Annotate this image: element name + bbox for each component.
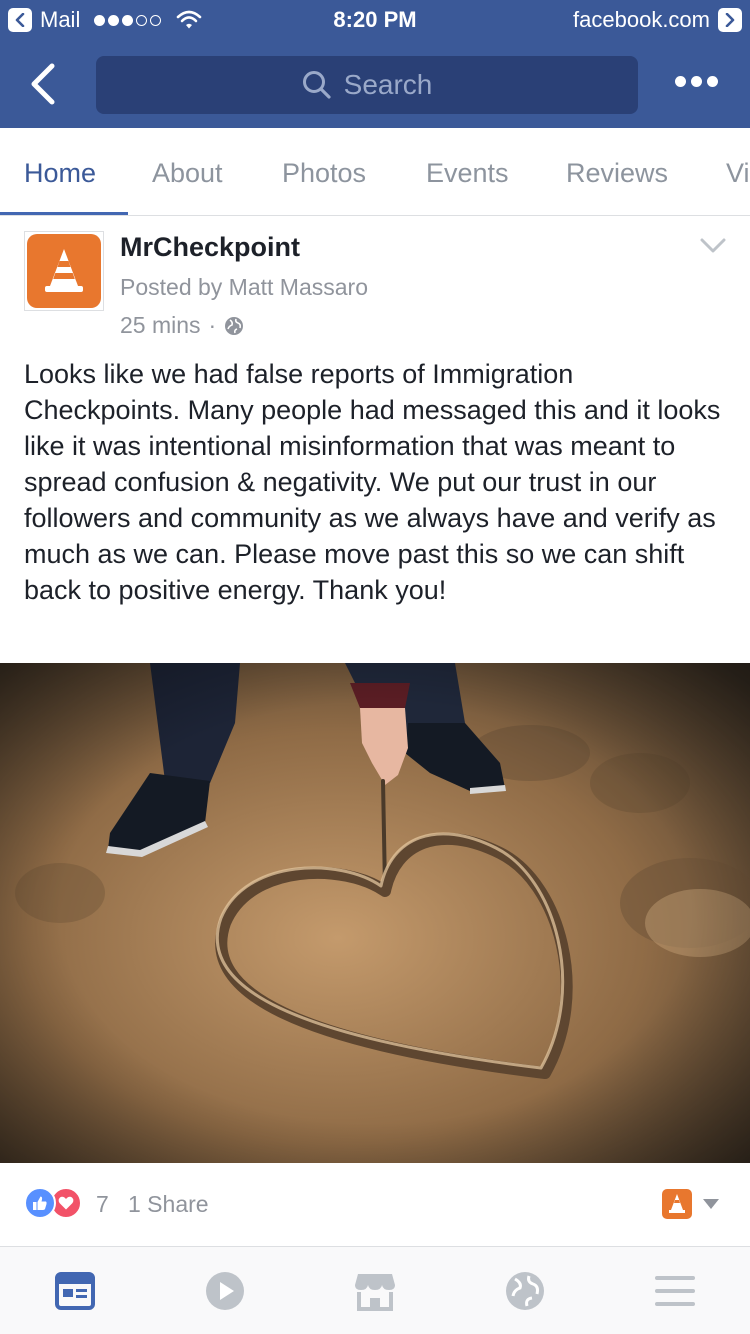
tab-reviews[interactable]: Reviews <box>566 158 668 189</box>
reaction-icons[interactable] <box>24 1187 82 1219</box>
tab-photos[interactable]: Photos <box>282 158 366 189</box>
tab-videos[interactable]: Vi <box>726 158 750 189</box>
tab-home[interactable]: Home <box>24 158 96 189</box>
traffic-cone-icon <box>45 249 83 292</box>
page-name[interactable]: MrCheckpoint <box>120 232 300 263</box>
post-photo[interactable] <box>0 663 750 1163</box>
bottom-nav <box>0 1247 750 1334</box>
comment-as-page-selector[interactable] <box>662 1189 720 1219</box>
search-placeholder: Search <box>343 69 433 100</box>
page-avatar-small-icon <box>662 1189 692 1219</box>
chevron-down-icon[interactable] <box>700 238 726 254</box>
tab-about[interactable]: About <box>152 158 223 189</box>
search-icon <box>302 71 331 99</box>
share-count[interactable]: 1 Share <box>128 1191 209 1218</box>
sand-heart-photo <box>0 663 750 1163</box>
video-play-icon[interactable] <box>203 1269 247 1313</box>
tab-events[interactable]: Events <box>426 158 509 189</box>
status-bar: Mail 8:20 PM facebook.com <box>0 0 750 40</box>
news-feed-icon[interactable] <box>53 1269 97 1313</box>
status-domain[interactable]: facebook.com <box>573 7 710 33</box>
posted-by: Posted by Matt Massaro <box>120 274 368 300</box>
post-timestamp[interactable]: 25 mins <box>120 312 201 339</box>
more-options-icon[interactable] <box>670 76 718 87</box>
forward-chevron-icon[interactable] <box>718 8 742 32</box>
page-tabs: Home About Photos Events Reviews Vi <box>0 128 750 216</box>
meta-separator: · <box>208 312 217 338</box>
search-bar[interactable]: Search <box>96 56 638 114</box>
reaction-count[interactable]: 7 <box>96 1191 109 1218</box>
post-text: Looks like we had false reports of Immig… <box>24 359 721 605</box>
menu-icon[interactable] <box>653 1269 697 1313</box>
active-tab-indicator <box>0 212 128 215</box>
globe-privacy-icon <box>225 316 244 335</box>
like-reaction-icon <box>24 1187 56 1219</box>
globe-icon[interactable] <box>503 1269 547 1313</box>
nav-bar: Search <box>0 40 750 128</box>
page-avatar[interactable] <box>24 231 104 311</box>
reactions-bar: 7 1 Share <box>0 1163 750 1247</box>
post-meta: 25 mins · <box>120 312 244 339</box>
marketplace-icon[interactable] <box>353 1269 397 1313</box>
caret-down-icon <box>703 1199 719 1209</box>
back-arrow-icon[interactable] <box>24 62 64 106</box>
